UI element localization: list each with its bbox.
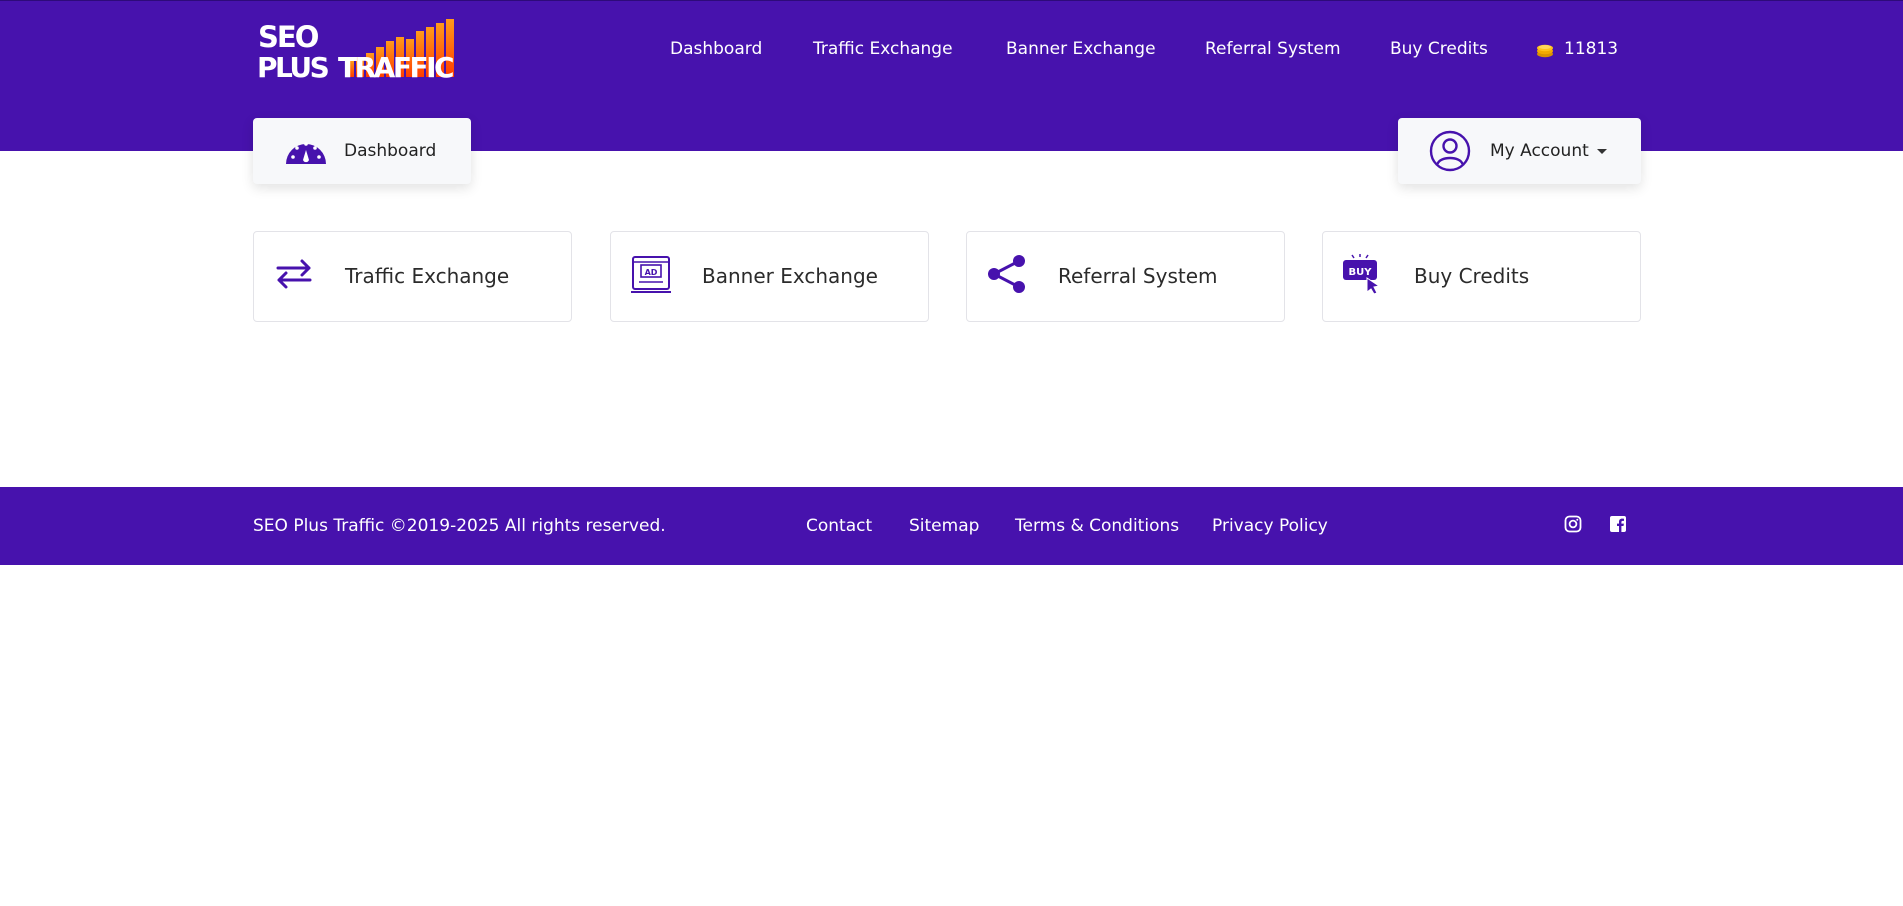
- coin-stack-icon: [1537, 44, 1553, 58]
- tile-banner-exchange-label: Banner Exchange: [702, 264, 878, 288]
- dashboard-tab-label: Dashboard: [344, 141, 437, 161]
- tile-referral-system-label: Referral System: [1058, 264, 1218, 288]
- my-account-label: My Account: [1490, 141, 1589, 161]
- nav-buy-credits[interactable]: Buy Credits: [1390, 37, 1488, 61]
- footer-link-sitemap[interactable]: Sitemap: [909, 514, 979, 538]
- tile-banner-exchange[interactable]: AD Banner Exchange: [610, 231, 929, 322]
- tile-buy-credits-label: Buy Credits: [1414, 264, 1530, 288]
- instagram-icon[interactable]: [1564, 515, 1582, 533]
- nav-dashboard[interactable]: Dashboard: [670, 37, 762, 61]
- buy-cursor-icon: BUY: [1343, 254, 1381, 295]
- footer-link-contact[interactable]: Contact: [806, 514, 872, 538]
- ad-banner-icon: AD: [631, 256, 671, 293]
- tile-buy-credits[interactable]: BUY Buy Credits: [1322, 231, 1641, 322]
- tile-traffic-exchange[interactable]: Traffic Exchange: [253, 231, 572, 322]
- share-icon: [988, 255, 1025, 293]
- tile-referral-system[interactable]: Referral System: [966, 231, 1285, 322]
- arrows-exchange-icon: [276, 259, 312, 289]
- footer-link-terms[interactable]: Terms & Conditions: [1015, 514, 1179, 538]
- user-circle-icon: [1429, 130, 1471, 172]
- chevron-down-icon: [1597, 149, 1607, 154]
- nav-banner-exchange[interactable]: Banner Exchange: [1006, 37, 1156, 61]
- dashboard-tab[interactable]: Dashboard: [253, 118, 471, 184]
- svg-text:BUY: BUY: [1349, 267, 1373, 278]
- svg-text:AD: AD: [645, 268, 658, 277]
- my-account-dropdown[interactable]: My Account: [1398, 118, 1641, 184]
- footer-bar: SEO Plus Traffic ©2019-2025 All rights r…: [0, 487, 1903, 565]
- credits-value: 11813: [1564, 39, 1619, 59]
- footer-link-privacy[interactable]: Privacy Policy: [1212, 514, 1328, 538]
- speedometer-icon: [286, 142, 326, 164]
- footer-copyright: SEO Plus Traffic ©2019-2025 All rights r…: [253, 516, 666, 536]
- tile-traffic-exchange-label: Traffic Exchange: [345, 264, 510, 288]
- facebook-icon[interactable]: [1609, 515, 1627, 533]
- nav-traffic-exchange[interactable]: Traffic Exchange: [813, 37, 953, 61]
- nav-referral-system[interactable]: Referral System: [1205, 37, 1341, 61]
